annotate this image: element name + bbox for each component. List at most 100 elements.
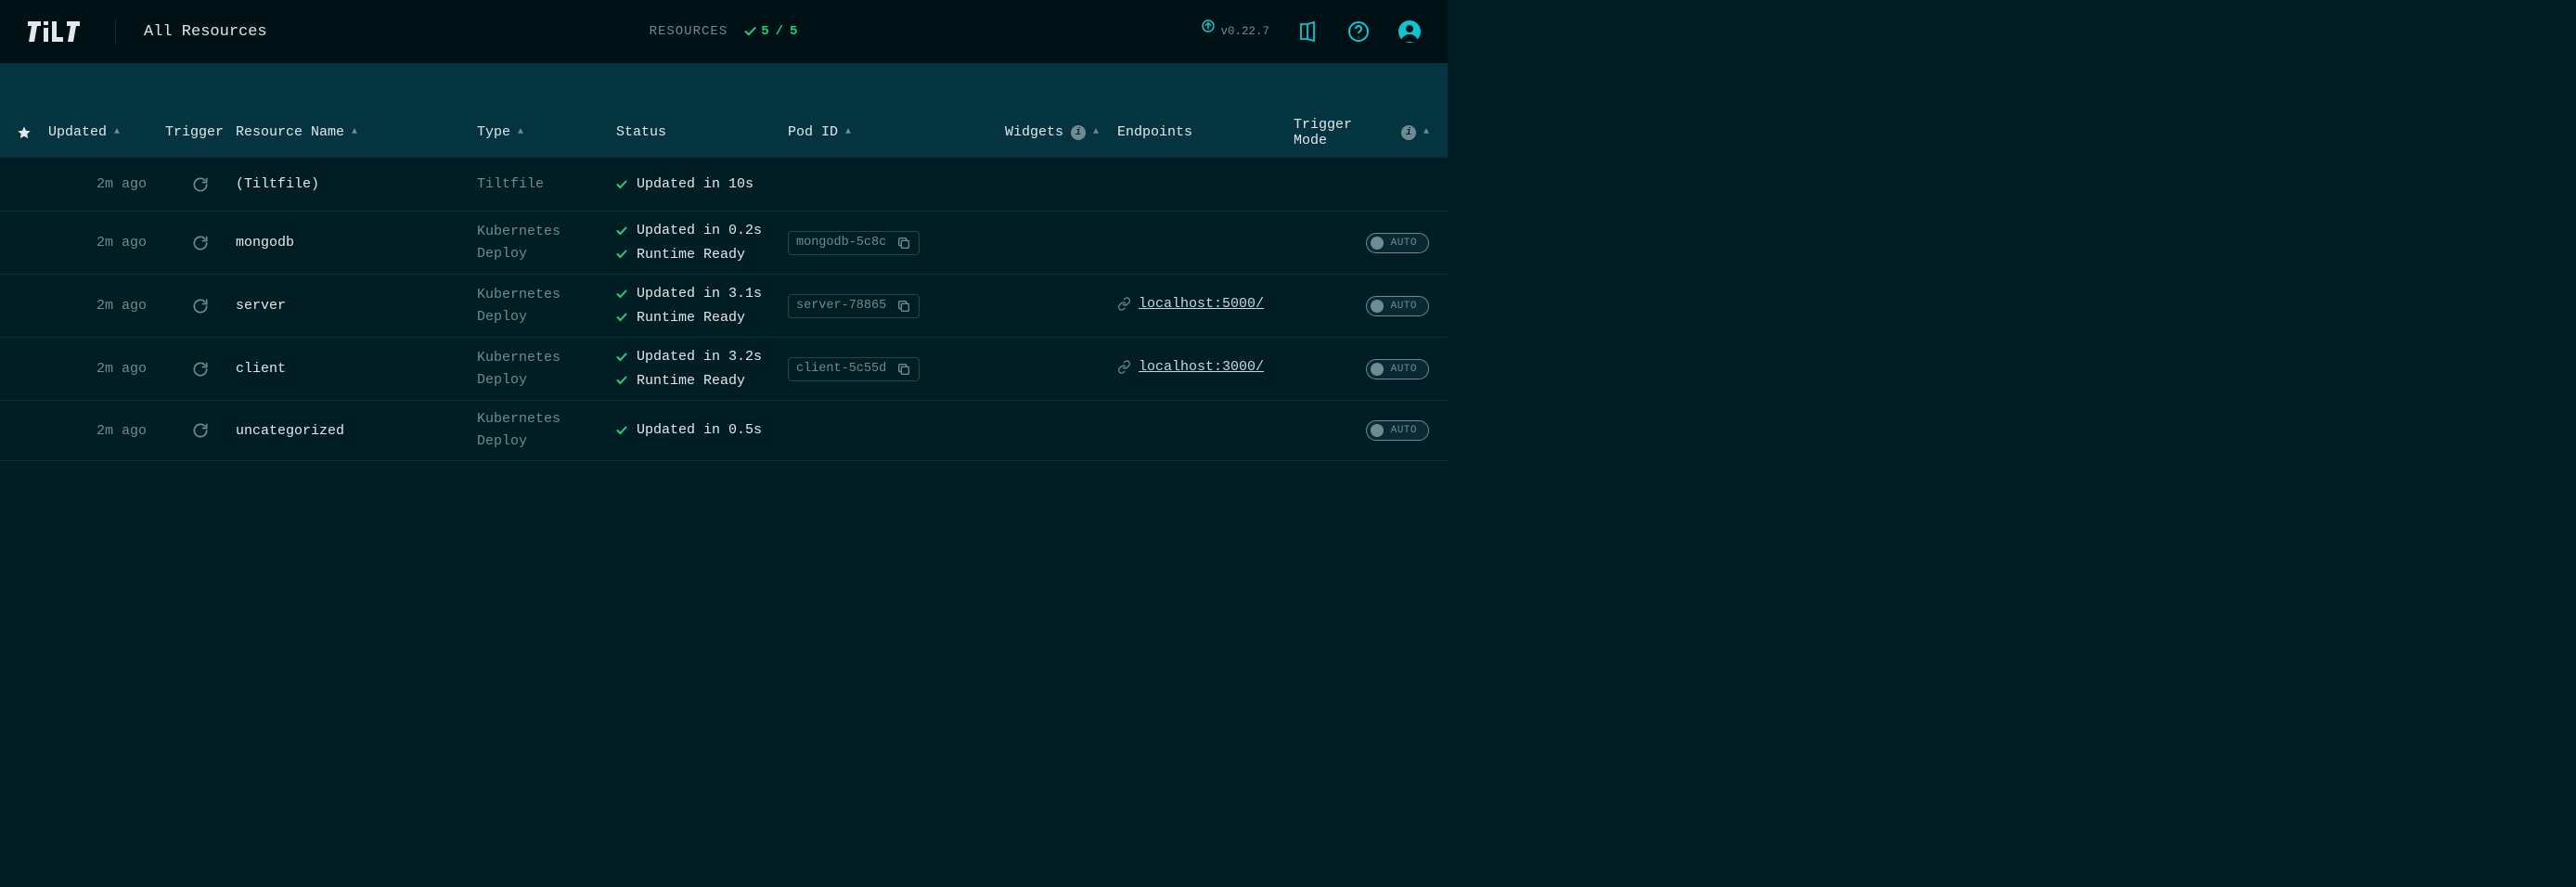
trigger-mode-cell: AUTO [1294,352,1448,387]
trigger-mode-toggle[interactable]: AUTO [1366,420,1429,441]
trigger-mode-toggle[interactable]: AUTO [1366,359,1429,379]
star-cell[interactable] [0,362,48,377]
link-icon [1117,297,1131,311]
pod-id-chip[interactable]: client-5c55dc [788,357,920,381]
endpoint-url[interactable]: localhost:5000/ [1139,296,1264,312]
version-text: v0.22.7 [1220,25,1269,38]
updated-cell: 2m ago [48,169,165,199]
endpoints-cell [1117,236,1294,251]
col-pod[interactable]: Pod ID▲ [788,117,973,148]
sort-asc-icon: ▲ [1423,127,1429,137]
resource-name[interactable]: server [236,290,477,321]
trigger-mode-cell [1294,177,1448,192]
star-cell[interactable] [0,423,48,438]
copy-icon[interactable] [896,299,911,314]
brand-block: All Resources [28,19,267,44]
trigger-mode-label: AUTO [1391,364,1417,375]
updated-cell: 2m ago [48,227,165,258]
star-cell[interactable] [0,299,48,314]
pod-id-chip[interactable]: mongodb-5c8cc [788,231,920,255]
col-type[interactable]: Type▲ [477,117,616,148]
help-icon[interactable] [1347,20,1370,43]
sort-asc-icon: ▲ [845,127,851,137]
sort-asc-icon: ▲ [518,127,523,137]
table-row[interactable]: 2m ago server KubernetesDeploy Updated i… [0,275,1448,338]
col-star[interactable] [0,118,48,148]
trigger-button[interactable] [165,168,236,201]
col-updated[interactable]: Updated▲ [48,117,165,148]
copy-icon[interactable] [896,236,911,251]
star-cell[interactable] [0,177,48,192]
table-row[interactable]: 2m ago client KubernetesDeploy Updated i… [0,338,1448,401]
sort-asc-icon: ▲ [352,127,357,137]
col-trigger-mode[interactable]: Trigger Mode i ▲ [1294,109,1448,156]
endpoint-link[interactable]: localhost:5000/ [1117,296,1264,312]
account-icon[interactable] [1397,19,1422,44]
table-row[interactable]: 2m ago (Tiltfile) Tiltfile Updated in 10… [0,158,1448,212]
star-cell[interactable] [0,236,48,251]
status-text: Updated in 0.5s [637,418,762,443]
trigger-mode-cell: AUTO [1294,225,1448,261]
resource-type: KubernetesDeploy [477,401,616,460]
page-title: All Resources [144,23,267,41]
resources-counts: 5 / 5 [744,24,798,39]
toggle-knob [1371,424,1384,437]
version-indicator[interactable]: v0.22.7 [1202,25,1269,38]
col-trigger: Trigger [165,117,236,148]
resource-type: Tiltfile [477,166,616,203]
widgets-cell [973,236,1117,251]
updated-cell: 2m ago [48,290,165,321]
toggle-knob [1371,300,1384,313]
col-name[interactable]: Resource Name▲ [236,117,477,148]
trigger-mode-toggle[interactable]: AUTO [1366,233,1429,253]
status-text: Runtime Ready [637,243,745,267]
endpoint-link[interactable]: localhost:3000/ [1117,359,1264,375]
toggle-knob [1371,363,1384,376]
pod-cell: mongodb-5c8cc [788,224,973,263]
col-widgets[interactable]: Widgets i ▲ [1005,117,1117,148]
trigger-mode-cell: AUTO [1294,413,1448,448]
tilt-logo[interactable] [28,21,87,42]
sort-asc-icon: ▲ [1093,127,1099,137]
col-endpoints: Endpoints [1117,117,1192,148]
resources-label: RESOURCES [650,24,728,39]
widgets-cell [973,423,1117,438]
topbar-right: v0.22.7 [1202,19,1422,44]
sort-asc-icon: ▲ [114,127,120,137]
pod-id-text: client-5c55dc [796,362,887,376]
trigger-button[interactable] [165,226,236,260]
copy-icon[interactable] [896,362,911,377]
trigger-button[interactable] [165,353,236,386]
trigger-mode-label: AUTO [1391,301,1417,312]
pod-id-text: mongodb-5c8cc [796,236,887,250]
col-status: Status [616,117,788,148]
widgets-cell [973,362,1117,377]
resource-name[interactable]: mongodb [236,227,477,258]
widgets-cell [973,299,1117,314]
updated-cell: 2m ago [48,354,165,384]
resource-name[interactable]: uncategorized [236,416,477,446]
resources-ok-count: 5 [761,24,769,39]
info-icon[interactable]: i [1071,125,1086,140]
endpoint-url[interactable]: localhost:3000/ [1139,359,1264,375]
pod-id-chip[interactable]: server-788658 [788,294,920,318]
resource-status: Updated in 0.2sRuntime Ready [616,212,788,274]
resource-name[interactable]: (Tiltfile) [236,169,477,199]
info-icon[interactable]: i [1401,125,1416,140]
status-text: Runtime Ready [637,306,745,330]
sub-band [0,63,1448,108]
resource-status: Updated in 0.5s [616,411,788,450]
endpoints-cell [1117,423,1294,438]
trigger-mode-toggle[interactable]: AUTO [1366,296,1429,316]
table-row[interactable]: 2m ago mongodb KubernetesDeploy Updated … [0,212,1448,275]
endpoints-cell [1117,177,1294,192]
resource-name[interactable]: client [236,354,477,384]
table-row[interactable]: 2m ago uncategorized KubernetesDeploy Up… [0,401,1448,461]
resource-type: KubernetesDeploy [477,213,616,273]
resource-status: Updated in 3.1sRuntime Ready [616,275,788,337]
pod-cell [788,423,973,438]
resources-summary: RESOURCES 5 / 5 [650,24,799,39]
trigger-button[interactable] [165,289,236,323]
trigger-button[interactable] [165,414,236,447]
snapshot-icon[interactable] [1297,20,1320,43]
